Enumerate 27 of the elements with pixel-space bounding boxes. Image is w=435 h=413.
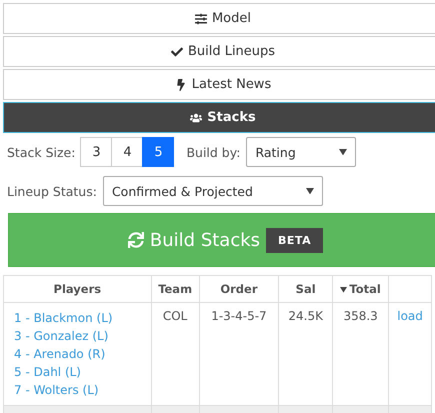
- beta-badge: BETA: [266, 228, 324, 252]
- build-by-label: Build by:: [186, 144, 240, 160]
- stack-size-option[interactable]: 4: [111, 137, 144, 167]
- stack-size-option[interactable]: 5: [142, 137, 174, 167]
- nav-tab[interactable]: Model: [3, 3, 435, 34]
- column-header[interactable]: Players: [4, 276, 152, 302]
- lineup-status-select[interactable]: Confirmed & Projected: [102, 176, 323, 206]
- refresh-icon: [128, 232, 144, 248]
- nav-tab[interactable]: Stacks: [3, 102, 435, 133]
- column-header[interactable]: Sal: [278, 276, 333, 302]
- lineup-status-label: Lineup Status:: [7, 184, 97, 198]
- group-icon: [190, 112, 202, 124]
- nav-tab[interactable]: Latest News: [3, 69, 435, 100]
- sort-icon: [340, 287, 348, 293]
- build-by-select[interactable]: Rating: [246, 137, 356, 167]
- stack-size-option[interactable]: 3: [80, 137, 112, 167]
- build-stacks-button[interactable]: Build Stacks BETA: [8, 213, 435, 267]
- column-header[interactable]: Order: [199, 276, 279, 302]
- caret-icon: [306, 188, 314, 194]
- check-icon: [170, 46, 183, 58]
- column-header[interactable]: Team: [151, 276, 200, 302]
- sliders-icon: [194, 12, 207, 24]
- caret-icon: [339, 148, 348, 156]
- column-header[interactable]: Total: [332, 276, 389, 302]
- nav-tab[interactable]: Build Lineups: [3, 36, 435, 67]
- lightning-icon: [174, 78, 187, 90]
- stack-size-label: Stack Size:: [7, 144, 76, 160]
